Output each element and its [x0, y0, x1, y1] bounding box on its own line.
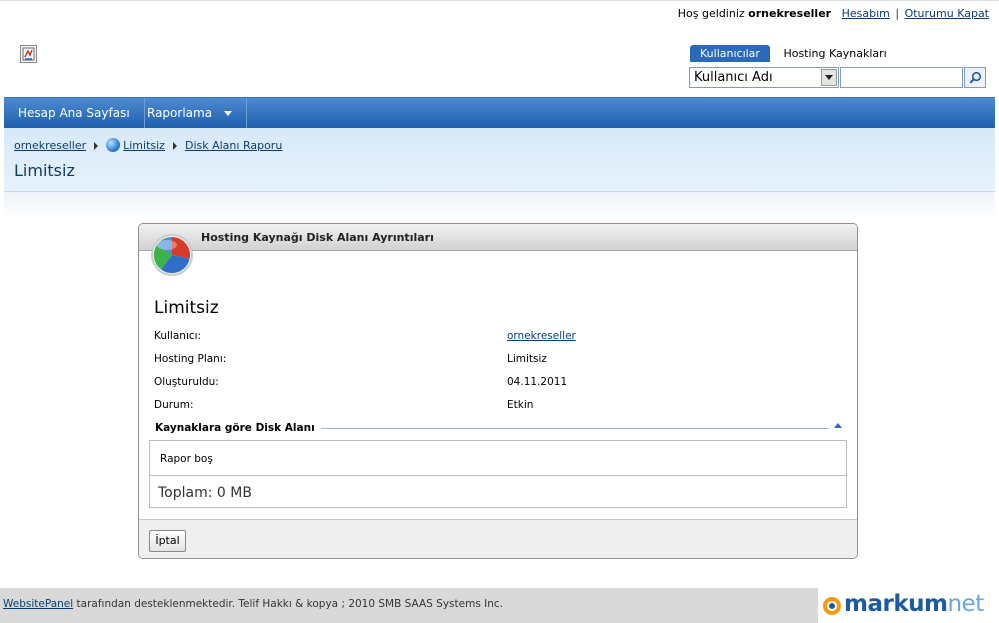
hosting-plan-value: Limitsiz: [507, 353, 547, 365]
pie-chart-icon: [151, 234, 193, 276]
created-value: 04.11.2011: [507, 376, 568, 388]
nav-reporting[interactable]: Raporlama: [133, 98, 247, 128]
tab-hosting-resources[interactable]: Hosting Kaynakları: [773, 45, 896, 62]
content-fade: [4, 192, 995, 220]
search-input[interactable]: [840, 67, 963, 88]
search-button[interactable]: [964, 67, 986, 88]
welcome-bar: Hoş geldiniz ornekreseller Hesabım | Otu…: [678, 7, 989, 20]
search-field-select[interactable]: Kullanıcı Adı: [689, 67, 839, 88]
chevron-right-icon: [94, 142, 99, 150]
nav-account-home[interactable]: Hesap Ana Sayfası: [4, 98, 145, 128]
account-link[interactable]: Hesabım: [842, 7, 890, 20]
user-value-link[interactable]: ornekreseller: [507, 330, 576, 342]
websitepanel-link[interactable]: WebsitePanel: [3, 598, 73, 610]
footer-text: WebsitePanel tarafından desteklenmektedi…: [3, 598, 503, 610]
panel-header: Hosting Kaynağı Disk Alanı Ayrıntıları: [139, 224, 857, 251]
top-header: Hoş geldiniz ornekreseller Hesabım | Otu…: [0, 0, 999, 97]
search-field-value: Kullanıcı Adı: [694, 70, 773, 85]
hosting-plan-label: Hosting Planı:: [154, 353, 227, 365]
brand-name-part1: markum: [844, 591, 948, 617]
main-nav: Hesap Ana Sayfası Raporlama: [4, 97, 995, 128]
panel-footer: İptal: [139, 519, 857, 558]
header-separator: |: [895, 7, 900, 20]
report-box: Rapor boş Toplam: 0 MB: [149, 440, 847, 508]
collapse-icon[interactable]: [834, 423, 842, 428]
status-value: Etkin: [507, 399, 534, 411]
app-logo-icon[interactable]: [20, 45, 37, 63]
chevron-down-icon: [223, 111, 232, 116]
report-empty-text: Rapor boş: [160, 453, 213, 465]
nav-reporting-label: Raporlama: [147, 106, 213, 120]
search-icon: [968, 71, 981, 84]
brand-name: markumnet: [844, 591, 984, 617]
panel-header-title: Hosting Kaynağı Disk Alanı Ayrıntıları: [201, 231, 434, 244]
section-divider: [309, 428, 829, 429]
globe-icon: [106, 138, 121, 152]
brand-mark-icon: [823, 597, 841, 615]
disk-space-details-panel: Hosting Kaynağı Disk Alanı Ayrıntıları L…: [138, 223, 858, 559]
tab-users[interactable]: Kullanıcılar: [690, 45, 770, 62]
breadcrumb-disk-report[interactable]: Disk Alanı Raporu: [185, 139, 282, 152]
status-label: Durum:: [154, 399, 194, 411]
breadcrumb-area: ornekreseller Limitsiz Disk Alanı Raporu…: [4, 128, 995, 192]
report-divider: [150, 475, 846, 476]
brand-logo: markumnet: [818, 588, 999, 623]
section-title: Kaynaklara göre Disk Alanı: [155, 422, 321, 434]
welcome-username: ornekreseller: [748, 7, 832, 20]
footer-copyright: tarafından desteklenmektedir. Telif Hakk…: [73, 598, 503, 610]
welcome-prefix: Hoş geldiniz: [677, 7, 745, 20]
report-total: Toplam: 0 MB: [158, 485, 252, 501]
breadcrumb-user[interactable]: ornekreseller: [14, 139, 86, 152]
page-footer: WebsitePanel tarafından desteklenmektedi…: [0, 588, 818, 623]
chevron-right-icon: [172, 142, 177, 150]
breadcrumb: ornekreseller Limitsiz Disk Alanı Raporu: [14, 138, 282, 152]
search-bar: Kullanıcı Adı: [689, 67, 986, 88]
cancel-button[interactable]: İptal: [149, 530, 186, 552]
detail-title: Limitsiz: [154, 298, 219, 318]
breadcrumb-space[interactable]: Limitsiz: [123, 139, 165, 152]
created-label: Oluşturuldu:: [154, 376, 219, 388]
search-tabs: Kullanıcılar Hosting Kaynakları: [690, 45, 897, 63]
user-label: Kullanıcı:: [154, 330, 202, 342]
page-title: Limitsiz: [14, 161, 75, 180]
nav-account-home-label: Hesap Ana Sayfası: [18, 106, 130, 120]
chevron-down-icon[interactable]: [821, 69, 837, 86]
logout-link[interactable]: Oturumu Kapat: [905, 7, 989, 20]
brand-name-part2: net: [947, 591, 984, 617]
